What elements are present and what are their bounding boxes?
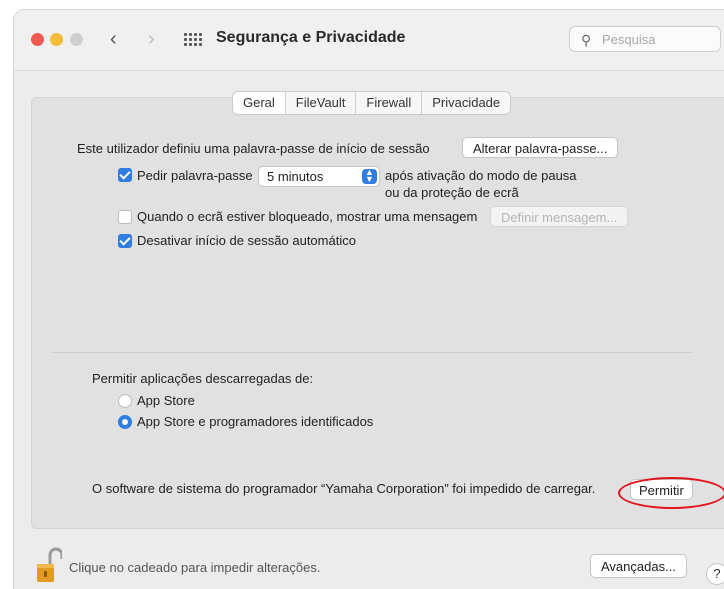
radio-app-store-identified[interactable] <box>118 415 132 429</box>
show-message-checkbox[interactable] <box>118 210 132 224</box>
chevron-up-down-icon: ▲ ▼ <box>362 168 377 184</box>
password-set-text: Este utilizador definiu uma palavra-pass… <box>77 141 430 156</box>
settings-panel <box>31 97 724 529</box>
search-icon: ⚲ <box>581 32 592 48</box>
forward-button[interactable]: › <box>148 26 155 52</box>
section-divider <box>52 352 692 353</box>
allow-apps-heading: Permitir aplicações descarregadas de: <box>92 371 314 386</box>
advanced-button[interactable]: Avançadas... <box>590 554 687 578</box>
tab-bar: Geral FileVault Firewall Privacidade <box>232 91 512 115</box>
lock-hint-text: Clique no cadeado para impedir alteraçõe… <box>69 560 321 575</box>
highlight-annotation <box>618 477 724 509</box>
password-delay-value: 5 minutos <box>267 169 324 184</box>
search-input[interactable] <box>600 31 719 48</box>
require-password-checkbox[interactable] <box>118 168 132 182</box>
disable-autologin-label: Desativar início de sessão automático <box>137 233 356 248</box>
title-bar: ‹ › Segurança e Privacidade ⚲ <box>14 10 724 71</box>
change-password-button[interactable]: Alterar palavra-passe... <box>462 137 619 158</box>
radio-app-store-label: App Store <box>137 393 195 408</box>
help-button[interactable]: ? <box>706 563 724 585</box>
tab-firewall[interactable]: Firewall <box>355 92 421 114</box>
minimize-window-button[interactable] <box>50 33 63 46</box>
unlocked-padlock-icon[interactable] <box>36 547 62 585</box>
zoom-window-button[interactable] <box>70 33 83 46</box>
password-delay-select[interactable]: 5 minutos ▲ ▼ <box>258 166 380 187</box>
window-title: Segurança e Privacidade <box>216 29 406 46</box>
after-sleep-text-line2: ou da proteção de ecrã <box>385 185 519 200</box>
blocked-software-message: O software de sistema do programador “Ya… <box>92 481 596 496</box>
disable-autologin-checkbox[interactable] <box>118 234 132 248</box>
show-message-label: Quando o ecrã estiver bloqueado, mostrar… <box>137 209 478 224</box>
search-field[interactable]: ⚲ <box>569 26 721 52</box>
require-password-label: Pedir palavra-passe <box>137 168 253 183</box>
radio-app-store[interactable] <box>118 394 132 408</box>
preferences-window: ‹ › Segurança e Privacidade ⚲ Geral File… <box>14 10 724 589</box>
set-message-button[interactable]: Definir mensagem... <box>490 206 629 227</box>
show-all-grid-icon[interactable] <box>184 33 202 46</box>
radio-app-store-identified-label: App Store e programadores identificados <box>137 414 374 429</box>
back-button[interactable]: ‹ <box>110 26 117 52</box>
close-window-button[interactable] <box>31 33 44 46</box>
after-sleep-text-line1: após ativação do modo de pausa <box>385 168 577 183</box>
tab-geral[interactable]: Geral <box>233 92 285 114</box>
tab-privacidade[interactable]: Privacidade <box>421 92 510 114</box>
tab-filevault[interactable]: FileVault <box>284 92 356 114</box>
